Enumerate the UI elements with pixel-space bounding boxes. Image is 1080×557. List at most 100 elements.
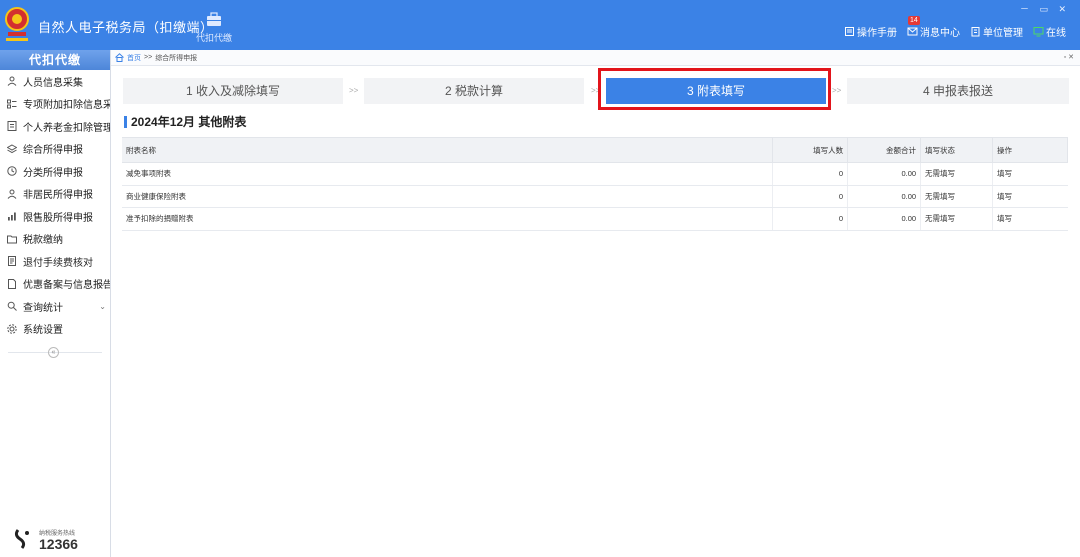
message-center-link[interactable]: 14 消息中心 (907, 16, 960, 39)
sidebar-item-query-stats[interactable]: 查询统计 ⌄ (0, 295, 110, 318)
clock-icon (7, 166, 17, 176)
step-tax-calculation[interactable]: 2 税款计算 (364, 78, 584, 104)
list-icon (7, 99, 17, 109)
sidebar-item-pension[interactable]: 个人养老金扣除管理 (0, 115, 110, 138)
sidebar-item-person-info[interactable]: 人员信息采集 (0, 70, 110, 93)
breadcrumb-separator: >> (144, 54, 153, 61)
hotline-logo: 纳税服务热线 12366 (12, 527, 78, 551)
chevron-down-icon: ⌄ (99, 301, 106, 311)
fill-action-link[interactable]: 填写 (992, 207, 1068, 231)
step-separator: >> (832, 86, 842, 95)
table-row: 减免事项附表 0 0.00 无需填写 填写 (122, 162, 1068, 186)
manual-label: 操作手册 (857, 28, 897, 39)
message-badge: 14 (908, 16, 920, 25)
breadcrumb-home[interactable]: 首页 (127, 53, 141, 63)
section-title: 2024年12月 其他附表 (124, 113, 246, 130)
table-row: 商业健康保险附表 0 0.00 无需填写 填写 (122, 185, 1068, 208)
sidebar-item-preferential-filing[interactable]: 优惠备案与信息报告 ⌄ (0, 273, 110, 296)
amount-total: 0.00 (847, 162, 921, 186)
sidebar-header: 代扣代缴 (0, 50, 110, 70)
unit-management-link[interactable]: 单位管理 (970, 24, 1023, 39)
tab-controls[interactable]: ▫ ✕ (1064, 53, 1074, 61)
sidebar-item-nonresident[interactable]: 非居民所得申报 (0, 183, 110, 206)
briefcase-icon (207, 12, 221, 26)
search-icon (7, 301, 17, 312)
attachment-name-link[interactable]: 准予扣除的捐赠附表 (122, 207, 773, 231)
sidebar-item-label: 限售股所得申报 (23, 212, 93, 224)
doc-icon (7, 121, 17, 132)
hotline-number: 12366 (39, 536, 78, 552)
sidebar-item-label: 退付手续费核对 (23, 257, 93, 269)
chart-icon (8, 212, 16, 221)
message-label: 消息中心 (920, 28, 960, 39)
breadcrumb: 首页 >> 综合所得申报 ▫ ✕ (111, 50, 1080, 66)
breadcrumb-current[interactable]: 综合所得申报 (155, 53, 197, 63)
fill-status: 无需填写 (920, 162, 993, 186)
attachment-name-link[interactable]: 商业健康保险附表 (122, 185, 773, 208)
col-attachment-name: 附表名称 (122, 137, 774, 163)
sidebar-item-label: 综合所得申报 (23, 145, 83, 157)
gear-icon (7, 324, 17, 334)
amount-total: 0.00 (847, 207, 921, 231)
sidebar-item-label: 税款缴纳 (23, 235, 63, 247)
manual-link[interactable]: 操作手册 (844, 24, 897, 39)
amount-total: 0.00 (847, 185, 921, 208)
sidebar-item-special-deduction[interactable]: 专项附加扣除信息采集 (0, 93, 110, 116)
fill-count: 0 (772, 207, 848, 231)
book-icon (845, 27, 854, 36)
module-withholding[interactable]: 代扣代缴 (188, 12, 240, 44)
title-bar: 自然人电子税务局（扣缴端） 代扣代缴 － ▭ ✕ 操作手册 14 消息中心 单位… (0, 0, 1080, 50)
highlight-annotation (598, 68, 831, 110)
fill-count: 0 (772, 162, 848, 186)
step-income-deduction[interactable]: 1 收入及减除填写 (123, 78, 343, 104)
message-icon (907, 27, 918, 36)
chevron-down-icon: ⌄ (99, 279, 106, 289)
step-report-submission[interactable]: 4 申报表报送 (847, 78, 1069, 104)
sidebar-item-label: 分类所得申报 (23, 167, 83, 179)
fill-status: 无需填写 (920, 185, 993, 208)
monitor-icon (1033, 27, 1044, 37)
hotline-icon (14, 529, 29, 549)
attachment-name-link[interactable]: 减免事项附表 (122, 162, 773, 186)
top-links: 操作手册 14 消息中心 单位管理 在线 (844, 16, 1066, 39)
unit-management-label: 单位管理 (983, 28, 1023, 39)
sidebar-item-comprehensive[interactable]: 综合所得申报 (0, 138, 110, 161)
col-fill-status: 填写状态 (920, 137, 993, 163)
sidebar-item-classified[interactable]: 分类所得申报 (0, 160, 110, 183)
person-icon (7, 189, 17, 199)
folder-icon (7, 235, 17, 244)
receipt-icon (8, 256, 16, 267)
sidebar-item-settings[interactable]: 系统设置 (0, 318, 110, 341)
col-amount-total: 金额合计 (847, 137, 922, 163)
sidebar-item-tax-payment[interactable]: 税款缴纳 (0, 228, 110, 251)
sidebar-collapse-button[interactable]: « (48, 347, 59, 358)
step-separator: >> (349, 86, 359, 95)
main-content: 首页 >> 综合所得申报 ▫ ✕ 1 收入及减除填写 >> 2 税款计算 >> … (111, 50, 1080, 557)
person-icon (7, 76, 17, 87)
fill-action-link[interactable]: 填写 (992, 185, 1068, 208)
step-progress: 1 收入及减除填写 >> 2 税款计算 >> 3 附表填写 >> 4 申报表报送 (123, 78, 1069, 104)
sidebar-item-label: 系统设置 (23, 325, 63, 337)
sidebar-item-label: 专项附加扣除信息采集 (23, 100, 110, 112)
fill-status: 无需填写 (920, 207, 993, 231)
window-controls[interactable]: － ▭ ✕ (1020, 2, 1070, 15)
layers-icon (7, 144, 17, 153)
sidebar-item-label: 个人养老金扣除管理 (23, 122, 110, 134)
sidebar-item-label: 查询统计 (23, 302, 63, 314)
fill-action-link[interactable]: 填写 (992, 162, 1068, 186)
tax-emblem-logo (5, 7, 29, 41)
online-status[interactable]: 在线 (1033, 24, 1066, 39)
doc-icon (8, 278, 16, 289)
sidebar-item-label: 优惠备案与信息报告 (23, 280, 110, 292)
sidebar-item-restricted-stock[interactable]: 限售股所得申报 (0, 205, 110, 228)
sidebar: 代扣代缴 人员信息采集 专项附加扣除信息采集 个人养老金扣除管理 综合所得申报 … (0, 50, 111, 557)
module-label: 代扣代缴 (195, 33, 232, 43)
sidebar-item-label: 人员信息采集 (23, 77, 83, 89)
table-header-row: 附表名称 填写人数 金额合计 填写状态 操作 (122, 137, 1068, 163)
building-icon (971, 27, 980, 37)
table-row: 准予扣除的捐赠附表 0 0.00 无需填写 填写 (122, 207, 1068, 231)
fill-count: 0 (772, 185, 848, 208)
sidebar-item-refund-fee[interactable]: 退付手续费核对 (0, 250, 110, 273)
title-accent-bar (124, 115, 127, 128)
attachment-table: 附表名称 填写人数 金额合计 填写状态 操作 减免事项附表 0 0.00 无需填… (122, 137, 1068, 231)
